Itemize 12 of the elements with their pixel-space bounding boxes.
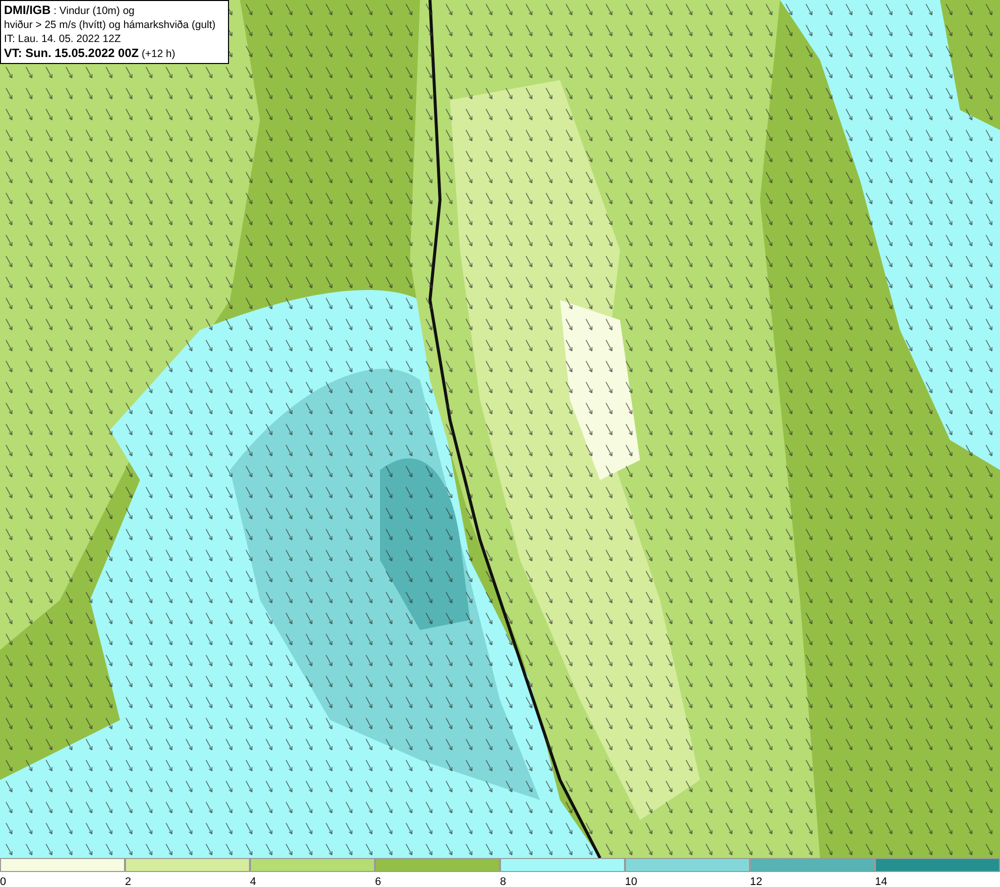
legend-label: 4: [250, 876, 256, 887]
legend-label: 14: [875, 876, 888, 887]
legend-label: 8: [500, 876, 506, 887]
info-text: VT: Sun. 15.05.2022 00Z (+12 h): [4, 46, 176, 61]
legend-label: 10: [625, 876, 638, 887]
info-text: DMI/IGB : Vindur (10m) og: [4, 3, 136, 18]
info-text: hviður > 25 m/s (hvítt) og hámarkshviða (gult): [4, 18, 217, 32]
legend-label: 12: [750, 876, 762, 887]
legend-label: 2: [125, 876, 132, 887]
legend-label: 6: [375, 876, 382, 887]
legend-label: 0: [0, 876, 6, 887]
info-text: IT: Lau. 14. 05. 2022 12Z: [4, 32, 122, 46]
